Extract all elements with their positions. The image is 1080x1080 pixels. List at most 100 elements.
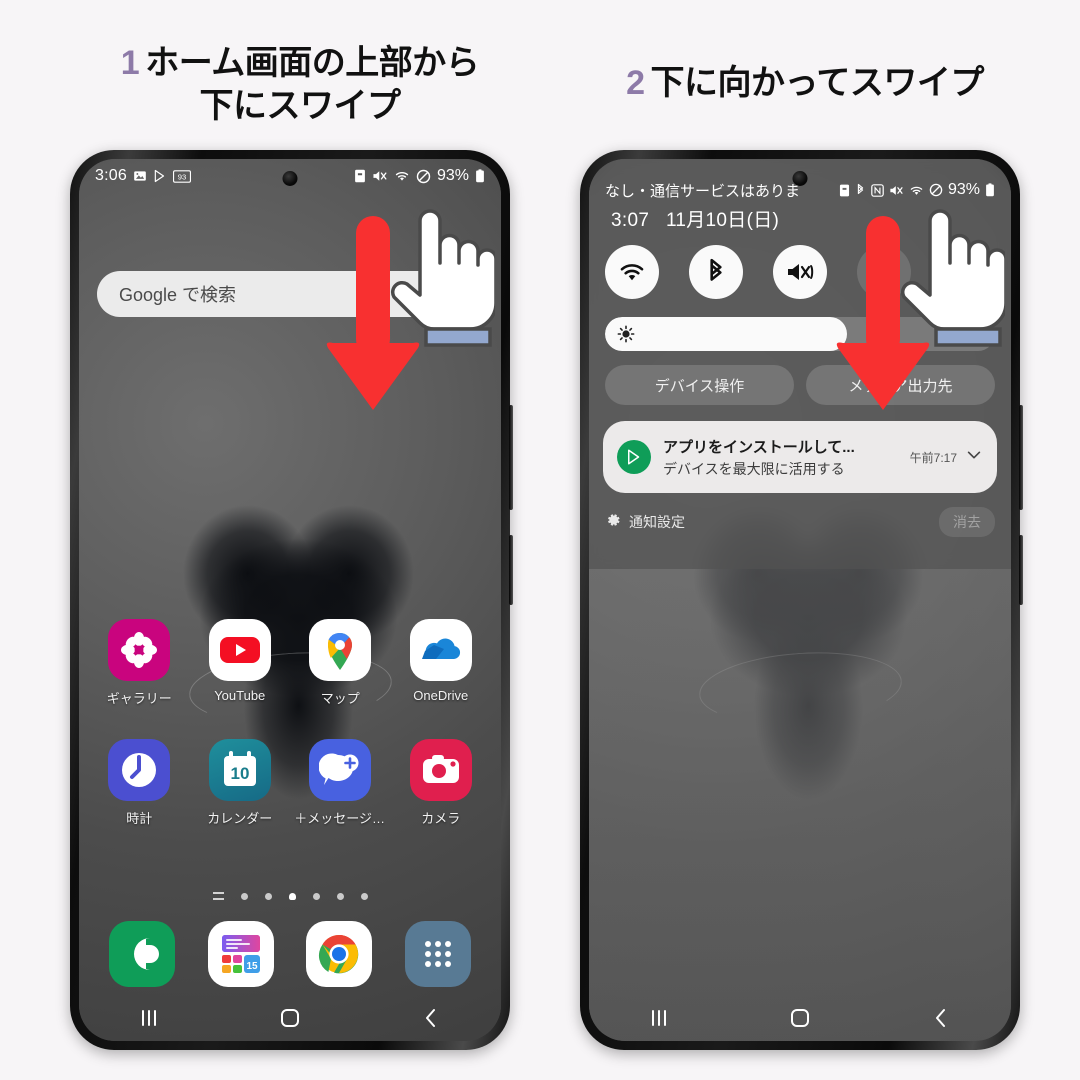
image-icon	[133, 169, 147, 183]
dock-app-drawer[interactable]	[392, 921, 484, 987]
phone-icon	[109, 921, 176, 987]
quick-toggle-wifi[interactable]	[605, 245, 659, 299]
app-drawer-icon	[404, 921, 471, 987]
youtube-icon	[208, 619, 271, 681]
app-clock[interactable]: 時計	[93, 739, 185, 827]
notification-settings-label[interactable]: 通知設定	[629, 512, 685, 532]
app-label: ＋メッセージ(...	[294, 811, 387, 826]
phone-2-navigation-bar	[589, 995, 1011, 1041]
app-maps[interactable]: マップ	[294, 619, 386, 707]
volume-button[interactable]	[1019, 405, 1023, 510]
dock-app-widgets[interactable]: 15	[195, 921, 287, 987]
home-icon[interactable]	[770, 1007, 830, 1029]
mute-icon	[372, 169, 388, 183]
phone-1-navigation-bar	[79, 995, 501, 1041]
chrome-icon	[306, 921, 373, 987]
step-2-number: 2	[626, 64, 645, 102]
shade-date-time[interactable]: 3:07 11月10日(日)	[611, 205, 779, 232]
app-label: カメラ	[421, 811, 461, 826]
step-1-number: 1	[120, 44, 140, 82]
bluetooth-icon	[855, 183, 866, 197]
app-label: 時計	[126, 811, 153, 826]
pointing-hand-cursor	[390, 205, 498, 360]
page-dot[interactable]	[336, 892, 344, 900]
bluetooth-icon	[710, 258, 722, 281]
power-button[interactable]	[509, 535, 513, 605]
widget-folder-icon: 15	[207, 921, 274, 987]
page-dot-lines[interactable]	[212, 892, 224, 900]
page-dot[interactable]	[240, 892, 248, 900]
sound-mute-vibrate-icon	[788, 264, 814, 280]
wifi-icon	[909, 184, 924, 197]
step-1-line2: 下にスワイプ	[199, 86, 402, 125]
notification-text: デバイスを最大限に活用する	[663, 460, 845, 477]
gear-icon[interactable]	[605, 512, 621, 533]
dock-app-chrome[interactable]	[293, 921, 385, 987]
volume-button[interactable]	[509, 405, 513, 510]
page-dot[interactable]	[312, 892, 320, 900]
recents-icon[interactable]	[629, 1008, 689, 1028]
app-label: OneDrive	[413, 688, 469, 703]
page-dot-home-active[interactable]	[288, 892, 296, 900]
pointing-hand-cursor	[900, 205, 1008, 360]
dnd-icon	[929, 183, 943, 197]
quick-toggle-bluetooth[interactable]	[689, 245, 743, 299]
shade-date: 11月10日(日)	[665, 210, 780, 231]
clear-notifications-button[interactable]: 消去	[939, 507, 995, 537]
recents-icon[interactable]	[119, 1008, 179, 1028]
notification-card[interactable]: アプリをインストールして... デバイスを最大限に活用する 午前7:17	[603, 421, 997, 493]
power-button[interactable]	[1019, 535, 1023, 605]
sim-icon	[354, 169, 366, 183]
wifi-icon	[620, 264, 644, 281]
back-icon[interactable]	[401, 1007, 461, 1029]
page-indicator	[79, 892, 501, 900]
nfc-icon	[871, 183, 884, 197]
app-plus-message[interactable]: ＋メッセージ(...	[294, 739, 386, 827]
play-store-icon	[153, 169, 167, 183]
quick-toggle-sound-mute[interactable]	[773, 245, 827, 299]
page-dot[interactable]	[360, 892, 368, 900]
clock-icon	[108, 739, 171, 801]
shade-footer: 通知設定 消去	[605, 507, 995, 537]
brightness-icon	[617, 325, 635, 343]
status-time: 3:06	[95, 167, 127, 184]
chevron-down-icon[interactable]	[965, 446, 983, 469]
step-2-heading: 2 下に向かってスワイプ	[555, 62, 1055, 105]
device-control-button[interactable]: デバイス操作	[605, 365, 794, 405]
battery-icon	[475, 169, 485, 183]
app-youtube[interactable]: YouTube	[194, 619, 286, 707]
app-label: YouTube	[214, 688, 266, 703]
notification-title: アプリをインストールして...	[663, 438, 855, 456]
app-calendar[interactable]: 10 カレンダー	[194, 739, 286, 827]
onedrive-icon	[409, 619, 472, 681]
mute-icon	[889, 184, 904, 197]
app-onedrive[interactable]: OneDrive	[395, 619, 487, 707]
battery-icon	[985, 183, 995, 197]
dock: 15	[79, 921, 501, 987]
step-1-heading: 1 ホーム画面の上部から 下にスワイプ	[40, 42, 560, 127]
page-dot[interactable]	[264, 892, 272, 900]
step-1-line1: ホーム画面の上部から	[145, 44, 480, 82]
app-gallery[interactable]: ギャラリー	[93, 619, 185, 707]
plus-message-icon	[309, 739, 372, 801]
carrier-text: なし・通信サービスはありま	[605, 182, 801, 200]
app-label: カレンダー	[207, 811, 273, 826]
badge-93-icon: 93	[172, 169, 191, 183]
home-icon[interactable]	[260, 1007, 320, 1029]
shade-time: 3:07	[611, 210, 650, 231]
back-icon[interactable]	[911, 1007, 971, 1029]
svg-text:93: 93	[178, 172, 186, 181]
app-grid-row-2: 時計 10 カレンダー ＋メッセージ(... カメラ	[79, 739, 501, 827]
search-placeholder: Google で検索	[119, 285, 237, 305]
front-camera-punchhole	[792, 171, 808, 186]
app-camera[interactable]: カメラ	[395, 739, 487, 827]
battery-percent: 93%	[947, 181, 980, 198]
dock-app-phone[interactable]	[96, 921, 188, 987]
svg-text:10: 10	[230, 764, 249, 783]
front-camera-punchhole	[282, 171, 298, 186]
app-label: マップ	[320, 691, 360, 706]
app-grid-row-1: ギャラリー YouTube マップ OneDrive	[79, 619, 501, 707]
battery-percent: 93%	[436, 167, 469, 184]
sim-icon	[839, 184, 850, 197]
tutorial-page: 1 ホーム画面の上部から 下にスワイプ 2 下に向かってスワイプ 3:06 93…	[0, 0, 1080, 1080]
